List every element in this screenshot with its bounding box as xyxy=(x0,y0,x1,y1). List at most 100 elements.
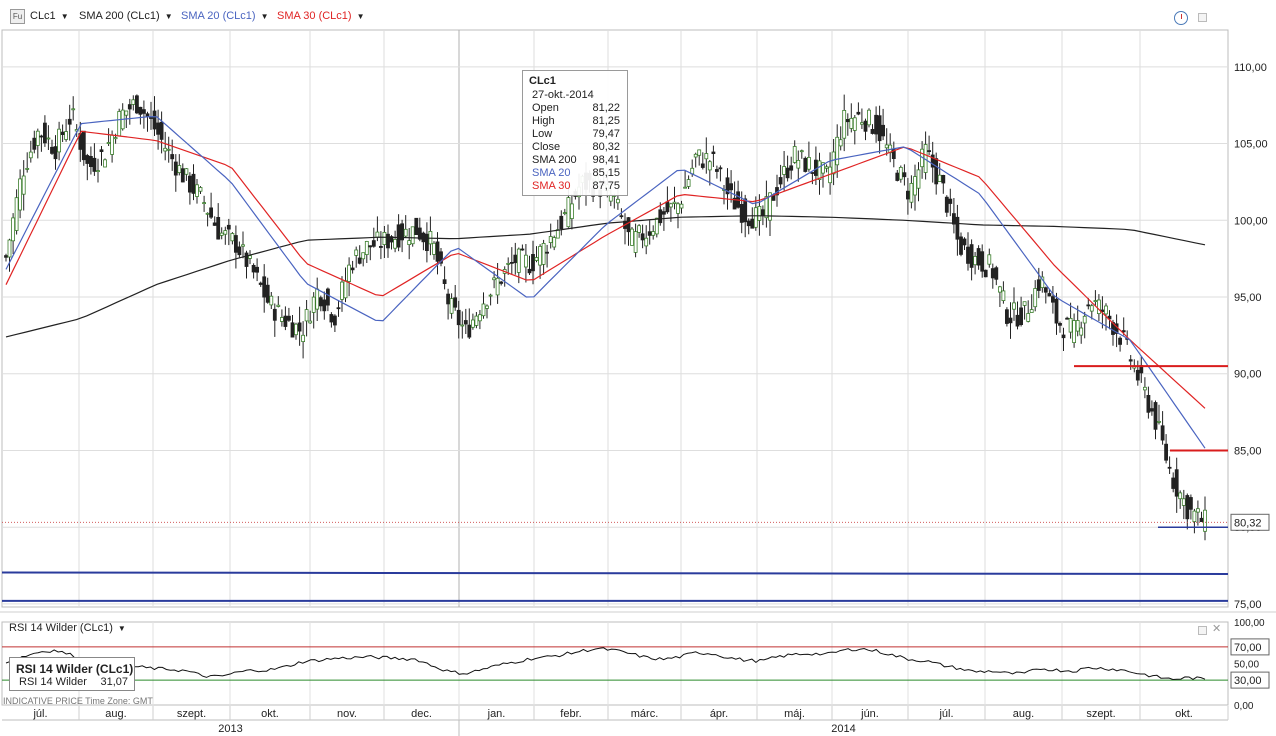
dropdown-arrow-icon[interactable]: ▼ xyxy=(61,12,69,21)
clock-icon[interactable] xyxy=(1174,11,1188,25)
candle-body xyxy=(28,151,33,159)
candle-body xyxy=(1104,305,1108,315)
candle-body xyxy=(1196,508,1200,513)
candle-body xyxy=(562,212,567,215)
candle-body xyxy=(711,151,716,155)
candle-body xyxy=(1008,317,1013,324)
futures-icon[interactable]: Fu xyxy=(10,9,25,24)
candle-body xyxy=(276,304,281,307)
candle-body xyxy=(92,157,97,172)
candle-body xyxy=(396,224,401,248)
rsi-level-label: 30,00 xyxy=(1234,675,1262,687)
y-axis-tick-label: 90,00 xyxy=(1234,369,1262,381)
candle-body xyxy=(96,170,100,173)
candle-body xyxy=(1001,290,1006,301)
candle-body xyxy=(134,95,139,114)
tooltip-date: 27-okt.-2014 xyxy=(532,89,594,101)
candle-body xyxy=(1135,369,1140,381)
candle-body xyxy=(1097,299,1101,315)
tooltip-row-high: High 81,25 xyxy=(532,115,620,128)
candle-body xyxy=(538,245,542,266)
candle-body xyxy=(329,314,334,323)
tooltip-key: High xyxy=(532,115,555,127)
candle-body xyxy=(226,224,231,230)
x-axis-month-label: ápr. xyxy=(710,708,728,720)
candle-body xyxy=(761,209,765,216)
candle-body xyxy=(11,217,16,242)
chart-canvas[interactable]: 110,00105,00100,0095,0090,0085,0080,0075… xyxy=(0,0,1276,736)
tooltip-value: 81,22 xyxy=(592,102,620,114)
rsi-close-icon[interactable]: ✕ xyxy=(1212,622,1221,635)
candle-body xyxy=(382,231,387,245)
tooltip-value: 98,41 xyxy=(592,154,620,166)
candle-body xyxy=(799,150,804,153)
candle-body xyxy=(545,251,549,254)
candle-body xyxy=(1036,279,1041,291)
candle-body xyxy=(644,237,649,247)
candle-body xyxy=(393,238,398,249)
candle-body xyxy=(715,169,719,172)
candle-body xyxy=(449,298,454,314)
candle-body xyxy=(842,110,847,139)
sma20-label: SMA 20 (CLc1) xyxy=(181,10,256,22)
sma200-selector[interactable]: SMA 200 (CLc1) ▼ xyxy=(79,10,173,22)
candle-body xyxy=(640,233,645,241)
candle-body xyxy=(1065,317,1069,320)
x-axis-month-label: szept. xyxy=(1086,708,1115,720)
tooltip-value: 80,32 xyxy=(592,141,620,153)
sma30-selector[interactable]: SMA 30 (CLc1) ▼ xyxy=(277,10,365,22)
dropdown-arrow-icon[interactable]: ▼ xyxy=(357,12,365,21)
candle-body xyxy=(1199,517,1204,522)
candle-body xyxy=(1072,320,1076,344)
candle-body xyxy=(170,154,175,160)
restore-icon[interactable] xyxy=(1198,13,1207,22)
dropdown-arrow-icon[interactable]: ▼ xyxy=(261,12,269,21)
dropdown-arrow-icon[interactable]: ▼ xyxy=(118,624,126,633)
candle-body xyxy=(1086,304,1091,307)
candle-body xyxy=(177,165,182,173)
tooltip-key: Open xyxy=(532,102,559,114)
candle-body xyxy=(477,314,482,322)
x-axis-month-label: jan. xyxy=(487,708,506,720)
candle-body xyxy=(460,324,465,327)
candle-body xyxy=(138,106,143,115)
symbol-selector[interactable]: CLc1 ▼ xyxy=(30,10,69,22)
rsi-restore-icon[interactable] xyxy=(1198,626,1207,635)
candle-body xyxy=(1026,313,1031,322)
rsi-selector[interactable]: RSI 14 Wilder (CLc1) ▼ xyxy=(9,622,126,634)
rsi-legend: RSI 14 Wilder (CLc1) RSI 14 Wilder 31,07 xyxy=(9,657,135,691)
candle-body xyxy=(987,254,992,265)
candle-body xyxy=(103,159,107,168)
rsi-y-axis-tick-label: 100,00 xyxy=(1234,618,1265,629)
candle-body xyxy=(149,116,153,119)
candle-body xyxy=(424,233,429,251)
y-axis-tick-label: 75,00 xyxy=(1234,599,1262,611)
candle-body xyxy=(57,128,61,153)
candle-body xyxy=(990,268,995,279)
dropdown-arrow-icon[interactable]: ▼ xyxy=(165,12,173,21)
tooltip-value: 85,15 xyxy=(592,167,620,179)
tooltip-row-sma30: SMA 30 87,75 xyxy=(532,180,620,193)
candle-body xyxy=(863,120,868,132)
candle-body xyxy=(852,117,857,131)
candle-body xyxy=(350,267,355,271)
candle-body xyxy=(789,165,794,171)
candle-body xyxy=(191,173,196,194)
candle-body xyxy=(152,110,157,130)
candle-body xyxy=(1029,309,1034,313)
chart-window: 110,00105,00100,0095,0090,0085,0080,0075… xyxy=(0,0,1276,736)
tooltip-row-sma20: SMA 20 85,15 xyxy=(532,167,620,180)
candle-body xyxy=(50,146,54,154)
candle-body xyxy=(230,233,235,242)
tooltip-key: Low xyxy=(532,128,553,140)
candle-body xyxy=(248,255,252,259)
y-axis-tick-label: 95,00 xyxy=(1234,292,1262,304)
candle-body xyxy=(1054,298,1059,324)
candle-body xyxy=(378,245,383,248)
candle-body xyxy=(432,242,436,255)
candle-body xyxy=(941,174,946,184)
candle-body xyxy=(746,220,751,227)
sma20-selector[interactable]: SMA 20 (CLc1) ▼ xyxy=(181,10,269,22)
candle-body xyxy=(488,294,493,297)
candle-body xyxy=(124,110,129,116)
